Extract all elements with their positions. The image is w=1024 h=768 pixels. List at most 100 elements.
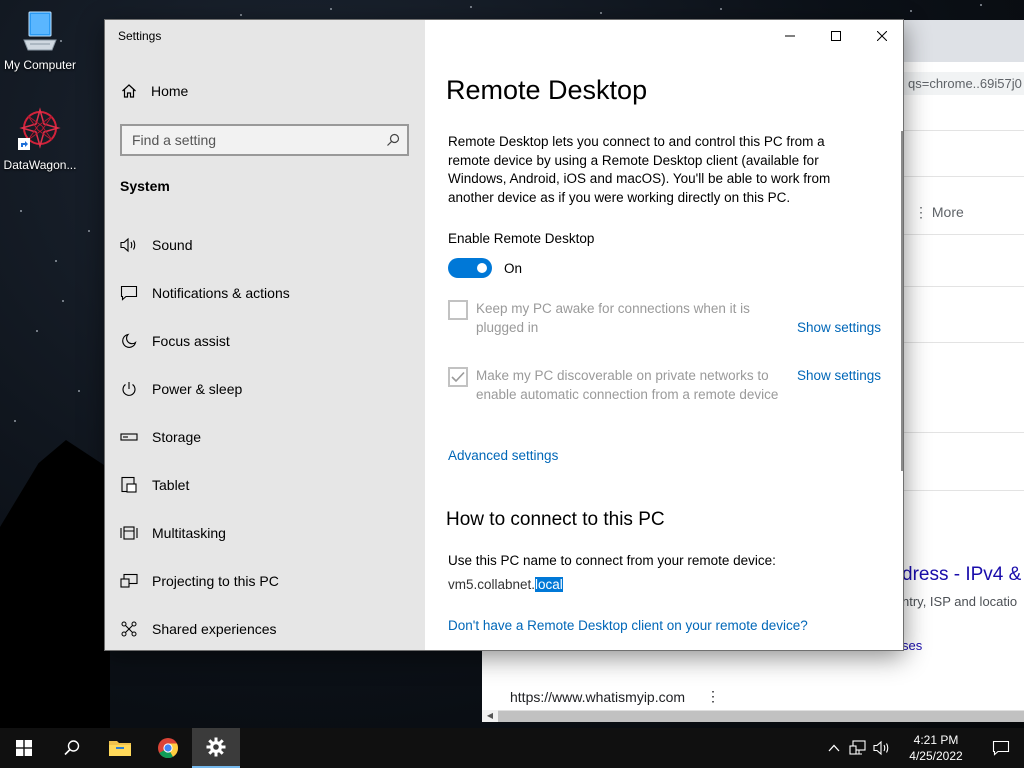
enable-remote-desktop-label: Enable Remote Desktop [448,231,595,246]
discoverable-show-settings-link[interactable]: Show settings [797,368,881,383]
nav-item-tablet[interactable]: Tablet [105,461,425,509]
nav-item-power-sleep[interactable]: Power & sleep [105,365,425,413]
multitasking-icon [120,524,138,542]
settings-button[interactable] [192,728,240,768]
search-result-url[interactable]: https://www.whatismyip.com [510,689,685,705]
maximize-button[interactable] [813,20,859,52]
moon-icon [120,332,138,350]
shared-experiences-icon [120,620,138,638]
speaker-icon [120,236,138,254]
gear-icon [206,737,226,757]
tablet-icon [120,476,138,494]
horizontal-scrollbar[interactable] [498,710,1024,722]
get-client-link[interactable]: Don't have a Remote Desktop client on yo… [448,618,808,633]
search-result-link[interactable]: ses [902,638,922,653]
discoverable-option: Make my PC discoverable on private netwo… [448,367,782,404]
desktop-icon-label: My Computer [3,58,77,72]
find-setting-input[interactable] [122,126,379,154]
divider [904,234,1024,235]
nav-item-focus-assist[interactable]: Focus assist [105,317,425,365]
nav-list: Sound Notifications & actions Focus assi… [105,221,425,650]
divider [904,286,1024,287]
enable-remote-desktop-toggle[interactable] [448,258,492,278]
nav-item-multitasking[interactable]: Multitasking [105,509,425,557]
start-button[interactable] [0,728,48,768]
show-hidden-icons-button[interactable] [822,728,846,768]
toggle-state-text: On [504,261,523,276]
nav-item-label: Projecting to this PC [152,573,279,589]
nav-item-sound[interactable]: Sound [105,221,425,269]
clock-time: 4:21 PM [913,733,959,747]
nav-home-label: Home [151,83,189,99]
settings-search-box[interactable] [120,124,409,156]
more-menu[interactable]: ⋮ More [914,204,964,221]
chevron-up-icon [828,744,840,752]
chrome-button[interactable] [144,728,192,768]
keep-awake-checkbox[interactable] [448,300,468,320]
maximize-icon [831,31,841,41]
search-result-title[interactable]: dress - IPv4 & [902,564,1021,586]
network-button[interactable] [846,728,870,768]
storage-icon [120,428,138,446]
nav-item-projecting[interactable]: Projecting to this PC [105,557,425,605]
clock[interactable]: 4:21 PM 4/25/2022 [894,732,978,764]
scroll-left-arrow-icon[interactable]: ◀ [482,710,498,722]
nav-section-title: System [120,178,170,194]
power-icon [120,380,138,398]
keep-awake-option: Keep my PC awake for connections when it… [448,300,782,337]
content-scrollbar[interactable] [901,131,903,471]
keep-awake-show-settings-link[interactable]: Show settings [797,320,881,335]
nav-item-storage[interactable]: Storage [105,413,425,461]
nav-item-label: Focus assist [152,333,230,349]
nav-home[interactable]: Home [121,83,188,99]
chrome-icon [158,738,179,759]
search-result-snippet: ntry, ISP and locatio [902,594,1018,609]
close-icon [877,31,887,41]
nav-item-label: Tablet [152,477,190,493]
search-icon [64,740,80,756]
clock-date: 4/25/2022 [909,749,963,763]
window-title: Settings [118,29,162,43]
close-button[interactable] [859,20,903,52]
desktop-icon-my-computer[interactable]: My Computer [0,10,80,72]
divider [904,432,1024,433]
nav-item-label: Sound [152,237,193,253]
search-result-menu-icon[interactable]: ⋮ [706,688,720,705]
nav-item-label: Storage [152,429,202,445]
how-to-connect-heading: How to connect to this PC [446,509,665,530]
desktop-icon-datawagon[interactable]: DataWagon... [0,106,80,172]
settings-window[interactable]: Settings Home System Sound [104,19,904,651]
action-center-button[interactable] [978,728,1024,768]
nav-item-shared-experiences[interactable]: Shared experiences [105,605,425,650]
notification-icon [120,284,138,302]
advanced-settings-link[interactable]: Advanced settings [448,448,558,463]
remote-desktop-description: Remote Desktop lets you connect to and c… [448,134,831,205]
address-text: qs=chrome..69i57j0 [902,72,1024,95]
discoverable-checkbox[interactable] [448,367,468,387]
more-label: More [931,204,964,220]
checkmark-icon [451,371,465,383]
system-tray: 4:21 PM 4/25/2022 [822,728,1024,768]
divider [904,176,1024,177]
nav-item-label: Shared experiences [152,621,277,637]
search-icon[interactable] [379,133,407,147]
projecting-icon [120,572,138,590]
volume-button[interactable] [870,728,894,768]
divider [904,490,1024,491]
pc-name-text[interactable]: vm5.collabnet.local [448,577,563,592]
file-explorer-button[interactable] [96,728,144,768]
settings-content-pane: Remote Desktop Remote Desktop lets you c… [425,20,903,650]
nav-item-label: Multitasking [152,525,226,541]
nav-item-notifications[interactable]: Notifications & actions [105,269,425,317]
search-button[interactable] [48,728,96,768]
computer-icon [23,11,57,51]
nav-item-label: Power & sleep [152,381,243,397]
notification-icon [992,740,1010,756]
taskbar: 4:21 PM 4/25/2022 [0,728,1024,768]
window-controls [767,20,903,52]
pc-name-selected: local [535,577,563,592]
folder-icon [109,741,131,756]
minimize-button[interactable] [767,20,813,52]
nav-item-label: Notifications & actions [152,285,290,301]
minimize-icon [785,35,795,37]
